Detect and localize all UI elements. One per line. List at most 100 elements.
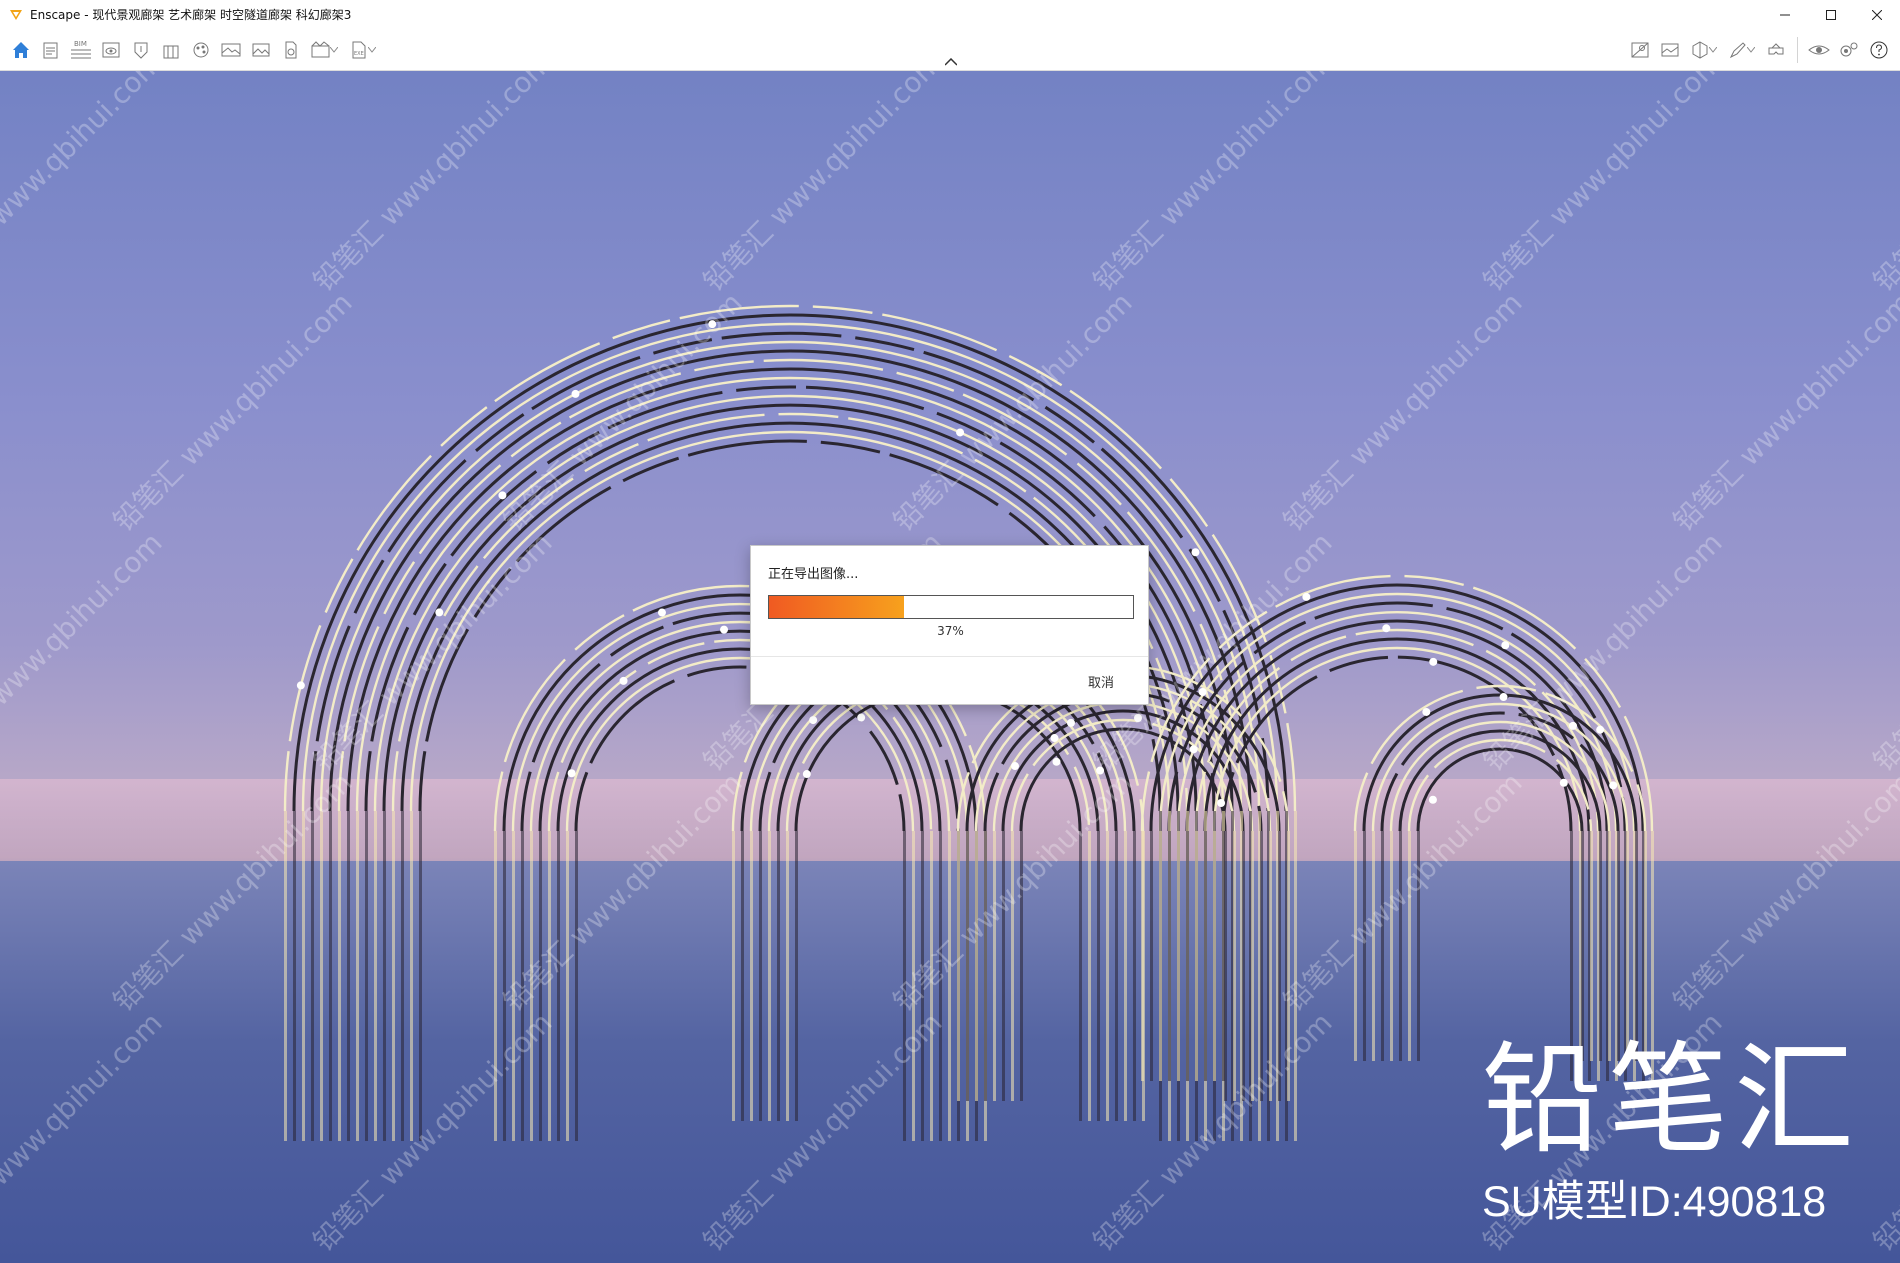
star-icon <box>1011 762 1020 771</box>
document-button[interactable] <box>36 35 66 65</box>
reflection-streak <box>1020 831 1023 1101</box>
window-titlebar: Enscape - 现代景观廊架 艺术廊架 时空隧道廊架 科幻廊架3 <box>0 0 1900 29</box>
help-button[interactable] <box>1864 35 1894 65</box>
asset-library-button[interactable] <box>126 35 156 65</box>
reflection-streak <box>921 831 924 1141</box>
reflection-streak <box>311 811 314 1141</box>
star-icon <box>1133 713 1142 722</box>
reflection-streak <box>1644 831 1647 1061</box>
close-button[interactable] <box>1854 0 1900 29</box>
reflection-streak <box>401 811 404 1141</box>
reflection-streak <box>374 811 377 1141</box>
star-icon <box>435 608 444 617</box>
asset-icon <box>134 42 148 59</box>
reflection-streak <box>1260 831 1263 1101</box>
star-icon <box>1609 781 1618 790</box>
bim-icon-label: BIM <box>74 40 87 48</box>
collapse-toolbar-button[interactable] <box>941 55 961 69</box>
toolbar-separator <box>1797 37 1798 63</box>
star-icon <box>809 716 818 725</box>
view-button[interactable] <box>96 35 126 65</box>
star-icon <box>1198 687 1207 696</box>
reflection-streak <box>1363 831 1366 1061</box>
reflection-streak <box>1233 831 1236 1101</box>
reflection-streak <box>1088 831 1091 1121</box>
reflection-streak <box>548 831 551 1141</box>
reflection-streak <box>1133 831 1136 1121</box>
reflection-streak <box>512 831 515 1141</box>
star-icon <box>1096 766 1105 775</box>
settings-button[interactable] <box>1834 35 1864 65</box>
image-button[interactable] <box>246 35 276 65</box>
reflection-streak <box>1124 831 1127 1121</box>
reflection-streak <box>1381 831 1384 1061</box>
star-icon <box>498 491 507 500</box>
reflection-streak <box>1372 831 1375 1061</box>
file-export-dropdown-caret[interactable] <box>366 35 378 65</box>
reflection-streak <box>1168 831 1171 1081</box>
reflection-streak <box>1408 831 1411 1061</box>
bim-icon: BIM <box>71 40 91 59</box>
star-icon <box>956 428 965 437</box>
help-icon <box>1870 41 1888 59</box>
map-button[interactable] <box>1625 35 1655 65</box>
maximize-button[interactable] <box>1808 0 1854 29</box>
reflection-streak <box>1150 831 1153 1081</box>
material-button[interactable] <box>186 35 216 65</box>
reflection-streak <box>575 831 578 1141</box>
star-icon <box>857 713 866 722</box>
reflection-streak <box>1590 831 1593 1061</box>
reflection-streak <box>741 831 744 1121</box>
star-icon <box>657 608 666 617</box>
reflection-streak <box>566 831 569 1141</box>
export-button[interactable] <box>276 35 306 65</box>
window-controls <box>1762 0 1900 29</box>
arch-ring <box>1353 684 1647 832</box>
star-icon <box>1569 721 1578 730</box>
model-id: SU模型ID:490818 <box>1482 1178 1827 1226</box>
cube-dropdown-caret[interactable] <box>1707 35 1719 65</box>
reflection-streak <box>1002 831 1005 1101</box>
star-icon <box>802 770 811 779</box>
minimize-icon <box>1780 14 1790 15</box>
reflection-streak <box>984 831 987 1101</box>
reflection-streak <box>383 811 386 1141</box>
vr-button[interactable] <box>1761 35 1791 65</box>
reflection-streak <box>557 831 560 1141</box>
home-button[interactable] <box>6 35 36 65</box>
chevron-down-icon <box>368 47 376 53</box>
star-icon <box>1422 707 1431 716</box>
enscape-logo-icon <box>10 9 22 20</box>
video-dropdown-caret[interactable] <box>328 35 340 65</box>
minimize-button[interactable] <box>1762 0 1808 29</box>
reflection-streak <box>293 811 296 1141</box>
reflection-streak <box>930 831 933 1141</box>
star-icon <box>1189 745 1198 754</box>
reflection-streak <box>1213 831 1216 1081</box>
pen-dropdown-caret[interactable] <box>1745 35 1757 65</box>
eye-button[interactable] <box>1804 35 1834 65</box>
cancel-button[interactable]: 取消 <box>1088 672 1114 691</box>
reflection-streak <box>1617 831 1620 1061</box>
chevron-down-icon <box>1709 47 1717 53</box>
star-icon <box>1559 778 1568 787</box>
building-button[interactable] <box>156 35 186 65</box>
bim-button[interactable]: BIM <box>66 35 96 65</box>
reflection-streak <box>1115 831 1118 1121</box>
panorama-button[interactable] <box>216 35 246 65</box>
reflection-streak <box>338 811 341 1141</box>
reflection-streak <box>786 831 789 1121</box>
reflection-streak <box>1269 831 1272 1101</box>
home-icon <box>13 42 29 58</box>
reflection-streak <box>1177 831 1180 1081</box>
reflection-streak <box>410 811 413 1141</box>
reflection-streak <box>1635 831 1638 1061</box>
toolbar-right-group <box>1625 35 1894 65</box>
reflection-streak <box>975 831 978 1101</box>
image-gallery-button[interactable] <box>1655 35 1685 65</box>
star-icon <box>1499 693 1508 702</box>
eye-icon <box>1808 45 1830 55</box>
reflection-streak <box>777 831 780 1121</box>
view-icon <box>102 42 120 58</box>
reflection-streak <box>1242 831 1245 1101</box>
